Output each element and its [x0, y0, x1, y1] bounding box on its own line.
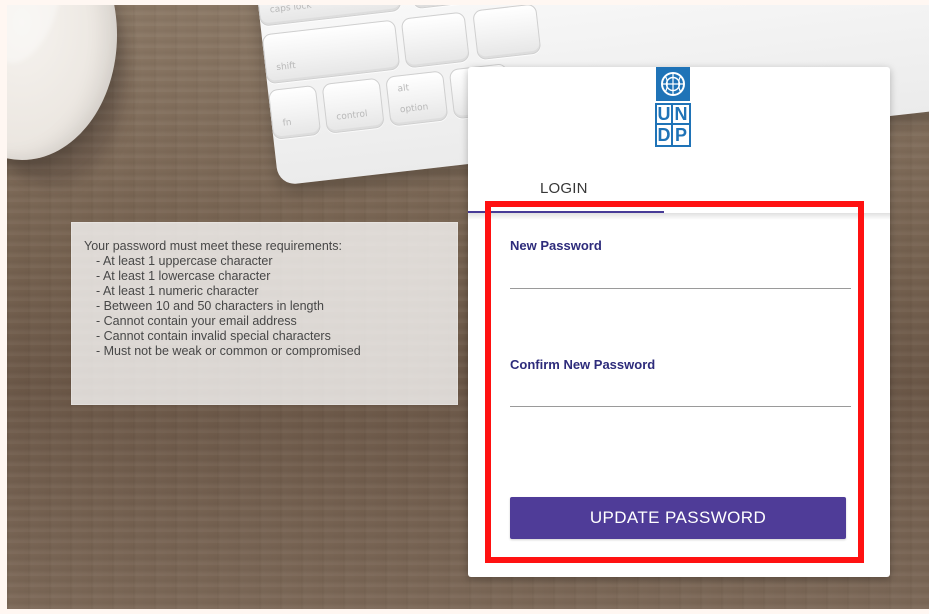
keyboard-key-blank — [400, 11, 470, 69]
update-password-card: U N D P LOGIN New Password Confirm New P… — [468, 67, 890, 577]
keyboard-key-fn: fn — [267, 84, 322, 140]
password-requirement-item: - At least 1 uppercase character — [96, 254, 273, 268]
keyboard-key-label: shift — [275, 60, 297, 74]
keyboard-key-shift: shift — [261, 19, 401, 85]
password-requirement-item: - Cannot contain your email address — [96, 314, 297, 328]
undp-emblem-icon — [656, 67, 690, 101]
password-requirement-item: - At least 1 numeric character — [96, 284, 259, 298]
password-requirement-item: - Must not be weak or common or compromi… — [96, 344, 361, 358]
undp-letter: D — [657, 125, 673, 145]
undp-logo: U N D P — [655, 67, 691, 151]
un-emblem-icon — [661, 72, 685, 96]
keyboard-key-option: alt option — [385, 70, 449, 127]
tab-login-label: LOGIN — [540, 180, 588, 197]
keyboard-key-blank — [472, 5, 542, 61]
password-requirement-item: - Between 10 and 50 characters in length — [96, 299, 324, 313]
confirm-new-password-input[interactable] — [510, 373, 851, 407]
update-password-button[interactable]: UPDATE PASSWORD — [510, 497, 846, 539]
new-password-input[interactable] — [510, 255, 851, 289]
keyboard-key-z: Z — [408, 5, 478, 10]
keyboard-key-label: control — [335, 109, 369, 123]
undp-letter: P — [674, 125, 687, 145]
login-page-background: caps lock Z X shift fn control alt optio… — [7, 5, 929, 609]
confirm-new-password-label: Confirm New Password — [510, 357, 656, 372]
undp-letter: U — [657, 105, 673, 125]
keyboard-key-label: fn — [282, 117, 293, 129]
password-requirements-panel: Your password must meet these requiremen… — [71, 222, 458, 405]
keyboard-key-control: control — [321, 77, 385, 134]
keyboard-key-label: alt — [397, 83, 410, 95]
keyboard-key-label: option — [399, 102, 429, 116]
undp-letter: N — [673, 104, 689, 125]
password-requirement-item: - At least 1 lowercase character — [96, 269, 271, 283]
keyboard-key-label: caps lock — [269, 5, 313, 16]
new-password-label: New Password — [510, 238, 602, 253]
password-requirement-item: - Cannot contain invalid special charact… — [96, 329, 331, 343]
password-requirements-title: Your password must meet these requiremen… — [84, 239, 342, 253]
undp-letter-grid: U N D P — [655, 103, 691, 147]
